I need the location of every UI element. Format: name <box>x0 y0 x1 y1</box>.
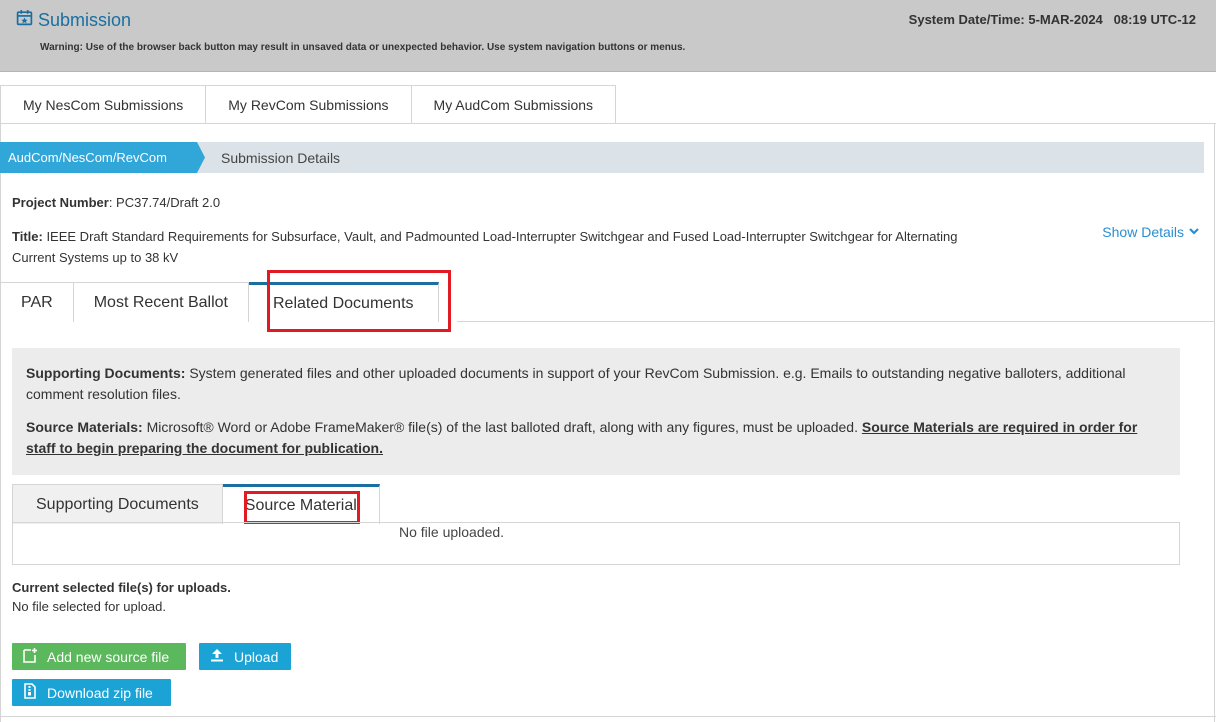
page-header: Submission System Date/Time: 5-MAR-2024 … <box>0 0 1216 72</box>
project-number: Project Number: PC37.74/Draft 2.0 <box>12 195 220 210</box>
footer-divider <box>0 716 1216 717</box>
zip-file-icon <box>22 683 38 702</box>
source-materials-info: Source Materials: Microsoft® Word or Ado… <box>26 417 1166 459</box>
upload-icon <box>209 647 225 666</box>
related-documents-highlight <box>267 270 451 332</box>
no-file-message: No file uploaded. <box>399 524 505 540</box>
document-tabs-divider <box>457 321 1214 322</box>
show-details-label: Show Details <box>1102 224 1184 240</box>
app-title-text: Submission <box>38 9 132 30</box>
content-border-right <box>1214 123 1215 722</box>
app-title: Submission <box>16 9 131 31</box>
upload-queue-status: No file selected for upload. <box>12 599 166 614</box>
tab-nescom-submissions[interactable]: My NesCom Submissions <box>0 85 206 124</box>
supporting-info-text: System generated files and other uploade… <box>26 365 1126 402</box>
project-title-label: Title: <box>12 229 43 244</box>
download-zip-label: Download zip file <box>47 684 153 701</box>
project-title-value: IEEE Draft Standard Requirements for Sub… <box>12 229 958 265</box>
calendar-icon <box>16 9 33 31</box>
breadcrumb-home-link[interactable]: AudCom/NesCom/RevCom <box>0 142 205 173</box>
system-datetime: System Date/Time: 5-MAR-2024 08:19 UTC-1… <box>908 12 1196 27</box>
file-add-icon <box>22 647 38 666</box>
tabs-divider <box>0 123 1216 124</box>
upload-label: Upload <box>234 648 279 665</box>
supporting-info-label: Supporting Documents: <box>26 365 186 381</box>
tab-most-recent-ballot[interactable]: Most Recent Ballot <box>73 282 249 322</box>
warning-text: Warning: Use of the browser back button … <box>40 42 686 53</box>
tab-supporting-documents[interactable]: Supporting Documents <box>12 484 223 524</box>
upload-queue-title: Current selected file(s) for uploads. <box>12 580 231 595</box>
project-number-value: : PC37.74/Draft 2.0 <box>108 195 221 210</box>
source-info-text: Microsoft® Word or Adobe FrameMaker® fil… <box>142 419 862 435</box>
file-list-panel <box>12 522 1180 565</box>
source-material-highlight <box>244 491 360 524</box>
submission-tabs: My NesCom Submissions My RevCom Submissi… <box>0 85 617 124</box>
upload-button[interactable]: Upload <box>199 643 291 670</box>
add-source-file-button[interactable]: Add new source file <box>12 643 186 670</box>
project-title: Title: IEEE Draft Standard Requirements … <box>12 226 972 268</box>
content-border-left <box>0 123 1 722</box>
chevron-down-icon <box>1188 224 1200 240</box>
supporting-documents-info: Supporting Documents: System generated f… <box>26 363 1166 405</box>
tab-audcom-submissions[interactable]: My AudCom Submissions <box>410 85 617 124</box>
add-source-file-label: Add new source file <box>47 648 170 665</box>
tab-revcom-submissions[interactable]: My RevCom Submissions <box>205 85 411 124</box>
documents-info-box: Supporting Documents: System generated f… <box>12 348 1180 475</box>
show-details-link[interactable]: Show Details <box>1102 224 1200 240</box>
source-info-label: Source Materials: <box>26 419 143 435</box>
breadcrumb-current: Submission Details <box>221 149 341 166</box>
project-number-label: Project Number <box>12 195 109 210</box>
download-zip-button[interactable]: Download zip file <box>12 679 171 706</box>
tab-par[interactable]: PAR <box>0 282 74 322</box>
breadcrumb: AudCom/NesCom/RevCom Submission Details <box>0 142 1204 173</box>
